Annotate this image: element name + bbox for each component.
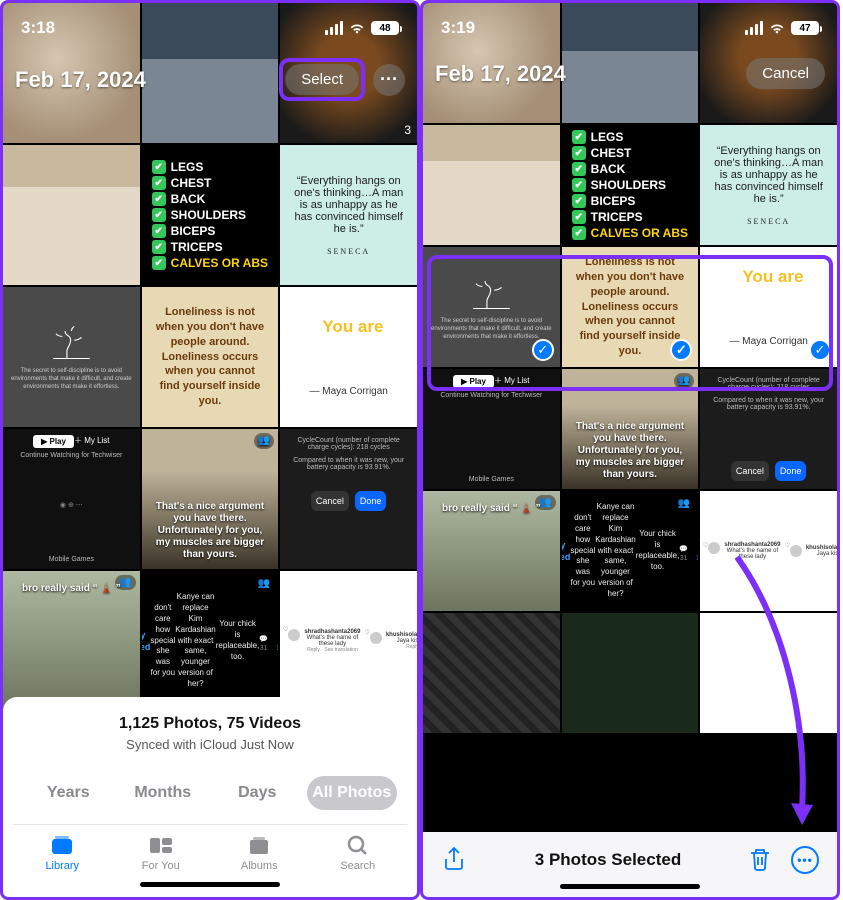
screenshot-right: LEGSCHESTBACKSHOULDERSBICEPSTRICEPSCALVE… bbox=[420, 0, 840, 900]
header-date: Feb 17, 2024 bbox=[435, 61, 566, 87]
more-options-button[interactable]: ••• bbox=[791, 846, 819, 874]
photo-thumb[interactable]: The secret to self-discipline is to avoi… bbox=[3, 287, 140, 427]
select-button[interactable]: Select bbox=[285, 64, 359, 95]
cellular-icon bbox=[745, 21, 763, 35]
photo-thumb-selected[interactable]: “You are what you eat and read.” — Maya … bbox=[700, 247, 837, 367]
library-header: Feb 17, 2024 Select ··· bbox=[3, 58, 417, 101]
photo-thumb-selected[interactable]: Loneliness is not when you don't have pe… bbox=[562, 247, 699, 367]
tab-library[interactable]: Library bbox=[13, 833, 112, 872]
selection-check-icon: ✓ bbox=[532, 339, 554, 361]
photo-thumb[interactable]: ▶ Play＋ My List Continue Watching for Te… bbox=[423, 369, 560, 489]
photo-thumb[interactable] bbox=[423, 125, 560, 245]
selection-toolbar: 3 Photos Selected ••• bbox=[423, 832, 837, 897]
photo-thumb[interactable]: CycleCount (number of complete charge cy… bbox=[280, 429, 417, 569]
photo-thumb[interactable]: “You are what you eat and read.” — Maya … bbox=[280, 287, 417, 427]
search-icon bbox=[344, 833, 372, 857]
photo-thumb[interactable]: 👥 bro really said “ 🗼 ” bbox=[423, 491, 560, 611]
status-time: 3:19 bbox=[441, 18, 475, 38]
shared-icon: 👥 bbox=[254, 575, 274, 593]
battery-icon: 47 bbox=[791, 21, 819, 35]
photo-thumb[interactable]: LEGSCHESTBACKSHOULDERSBICEPSTRICEPSCALVE… bbox=[562, 125, 699, 245]
shared-icon: 👥 bbox=[254, 433, 274, 449]
photo-thumb-selected[interactable]: The secret to self-discipline is to avoi… bbox=[423, 247, 560, 367]
photo-thumb[interactable]: Comments prashant_pal_90Jai shree Ram 🙏💛… bbox=[700, 491, 837, 611]
library-header: Feb 17, 2024 Cancel bbox=[423, 58, 837, 89]
status-bar: 3:19 47 bbox=[423, 3, 837, 53]
photo-thumb[interactable]: 👥 That's a nice argument you have there.… bbox=[142, 429, 279, 569]
for-you-icon bbox=[147, 833, 175, 857]
header-date: Feb 17, 2024 bbox=[15, 67, 146, 93]
selection-check-icon: ✓ bbox=[670, 339, 692, 361]
cellular-icon bbox=[325, 21, 343, 35]
photo-thumb[interactable]: 👥 MR | Masculinity Rediscovered ✔ don't … bbox=[142, 571, 279, 711]
photo-counts: 1,125 Photos, 75 Videos bbox=[119, 715, 301, 733]
selection-check-icon: ✓ bbox=[809, 339, 831, 361]
tab-bar: Library For You Albums Search bbox=[13, 824, 407, 872]
shared-icon: 👥 bbox=[674, 373, 694, 389]
photo-thumb[interactable]: Loneliness is not when you don't have pe… bbox=[142, 287, 279, 427]
cancel-button[interactable]: Cancel bbox=[746, 58, 825, 89]
photo-grid[interactable]: 3 LEGSCHESTBACKSHOULDERSBICEPSTRICEPSCAL… bbox=[3, 3, 417, 677]
photo-thumb[interactable]: 👥 MR | Masculinity Rediscovered ✔ don't … bbox=[562, 491, 699, 611]
albums-icon bbox=[245, 833, 273, 857]
wifi-icon bbox=[348, 21, 366, 35]
selection-count: 3 Photos Selected bbox=[535, 850, 681, 870]
photo-thumb[interactable]: “Everything hangs on one's thinking…A ma… bbox=[700, 125, 837, 245]
photo-thumb[interactable] bbox=[562, 613, 699, 733]
photo-thumb[interactable]: 👥 That's a nice argument you have there.… bbox=[562, 369, 699, 489]
time-segment: Years Months Days All Photos bbox=[13, 776, 407, 810]
tab-search[interactable]: Search bbox=[309, 833, 408, 872]
library-footer-sheet: 1,125 Photos, 75 Videos Synced with iClo… bbox=[3, 697, 417, 897]
segment-days[interactable]: Days bbox=[212, 776, 303, 810]
battery-icon: 48 bbox=[371, 21, 399, 35]
shared-icon: 👥 bbox=[674, 495, 694, 513]
home-indicator[interactable] bbox=[560, 884, 700, 889]
segment-months[interactable]: Months bbox=[118, 776, 209, 810]
library-icon bbox=[48, 833, 76, 857]
photo-thumb[interactable]: “Everything hangs on one's thinking…A ma… bbox=[280, 145, 417, 285]
photo-thumb[interactable]: LEGSCHESTBACKSHOULDERSBICEPSTRICEPSCALVE… bbox=[142, 145, 279, 285]
photo-thumb[interactable] bbox=[3, 145, 140, 285]
segment-years[interactable]: Years bbox=[23, 776, 114, 810]
tab-for-you[interactable]: For You bbox=[112, 833, 211, 872]
sync-status: Synced with iCloud Just Now bbox=[126, 737, 294, 752]
tab-albums[interactable]: Albums bbox=[210, 833, 309, 872]
home-indicator[interactable] bbox=[140, 882, 280, 887]
segment-all-photos[interactable]: All Photos bbox=[307, 776, 398, 810]
photo-thumb[interactable]: Comments prashant_pal_90Jai shree Ram 🙏💛… bbox=[280, 571, 417, 711]
wifi-icon bbox=[768, 21, 786, 35]
status-time: 3:18 bbox=[21, 18, 55, 38]
photo-thumb[interactable] bbox=[700, 613, 837, 733]
photo-thumb[interactable]: ▶ Play＋ My List Continue Watching for Te… bbox=[3, 429, 140, 569]
trash-button[interactable] bbox=[747, 846, 775, 874]
status-bar: 3:18 48 bbox=[3, 3, 417, 53]
more-button[interactable]: ··· bbox=[373, 64, 405, 96]
photo-thumb[interactable] bbox=[423, 613, 560, 733]
screenshot-left: 3 LEGSCHESTBACKSHOULDERSBICEPSTRICEPSCAL… bbox=[0, 0, 420, 900]
share-button[interactable] bbox=[441, 846, 469, 874]
photo-thumb[interactable]: CycleCount (number of complete charge cy… bbox=[700, 369, 837, 489]
photo-thumb[interactable]: 👥 bro really said “ 🗼 ” bbox=[3, 571, 140, 711]
photo-grid[interactable]: LEGSCHESTBACKSHOULDERSBICEPSTRICEPSCALVE… bbox=[423, 3, 837, 827]
highlight-select: Select bbox=[279, 58, 365, 101]
